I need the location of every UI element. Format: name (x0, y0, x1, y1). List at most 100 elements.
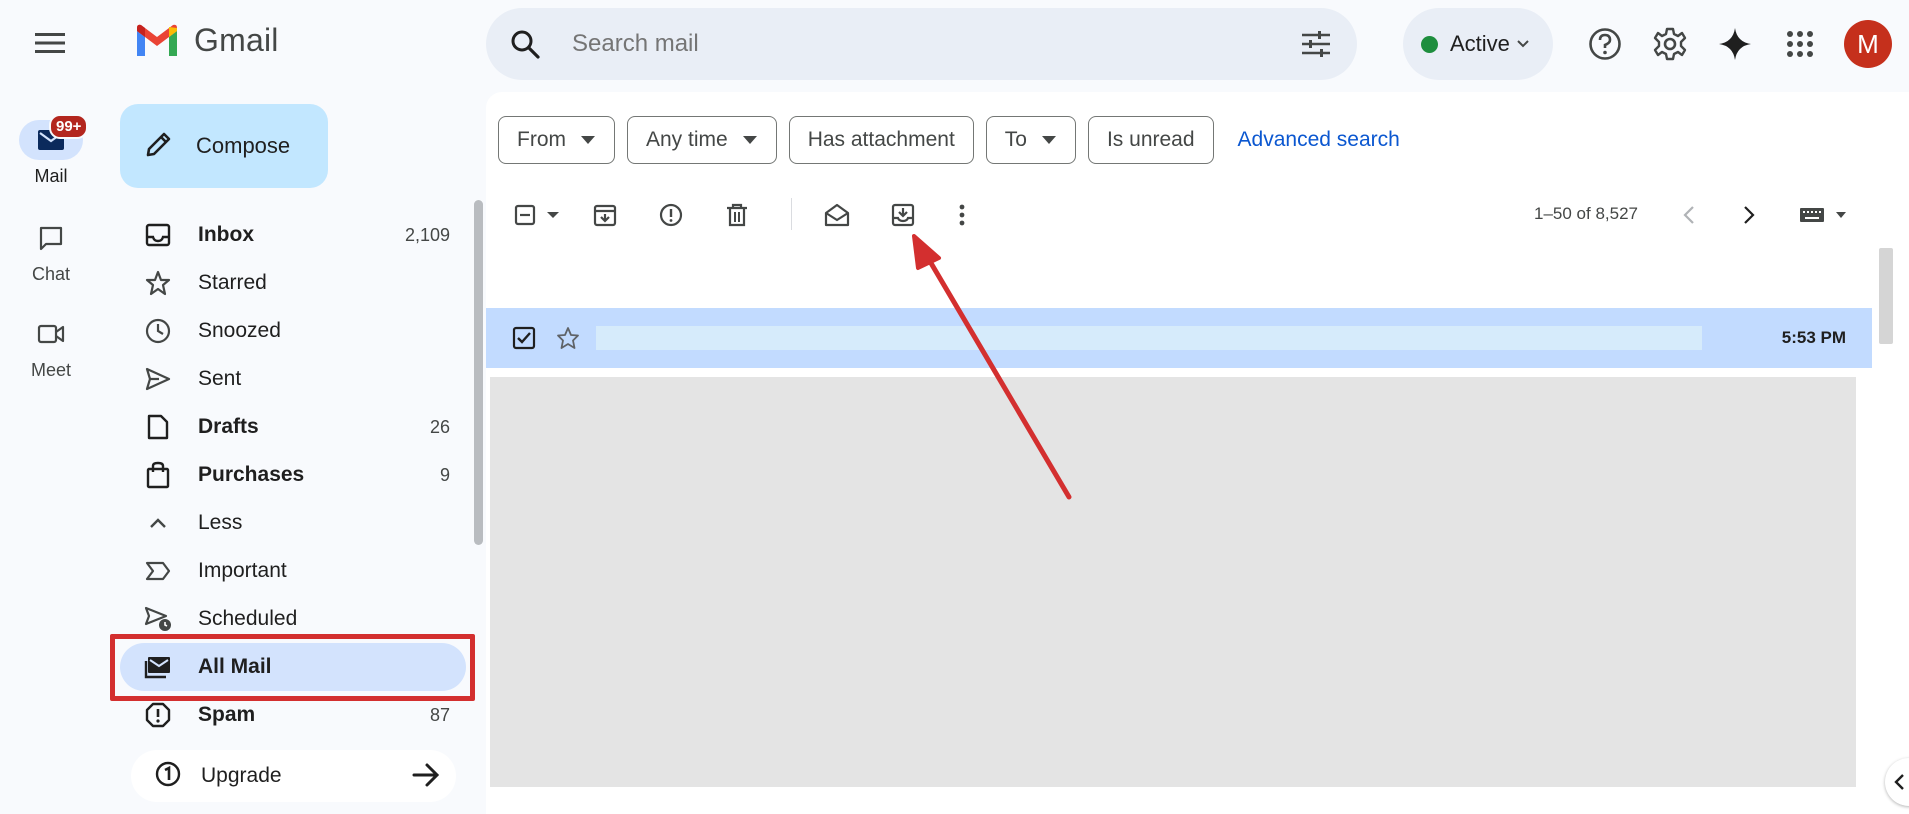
advanced-search-link[interactable]: Advanced search (1238, 128, 1400, 152)
nav-label: Less (198, 511, 243, 534)
scheduled-icon (144, 606, 172, 632)
filter-chip-is-unread[interactable]: Is unread (1087, 116, 1214, 164)
apps-grid-icon (1787, 31, 1813, 57)
filter-chip-any-time[interactable]: Any time (627, 116, 777, 164)
redacted-email-list (490, 377, 1856, 787)
video-icon (19, 314, 83, 354)
gmail-logo[interactable]: Gmail (134, 22, 279, 59)
rail-item-chat[interactable]: Chat (0, 218, 102, 285)
report-spam-button[interactable] (656, 200, 686, 230)
nav-item-drafts[interactable]: Drafts 26 (120, 403, 466, 451)
nav-item-less[interactable]: Less (120, 499, 466, 547)
nav-label: Important (198, 559, 287, 582)
mail-open-icon (824, 203, 850, 227)
nav-item-snoozed[interactable]: Snoozed (120, 307, 466, 355)
caret-down-icon (1041, 136, 1056, 144)
app-name: Gmail (194, 22, 279, 58)
upgrade-label: Upgrade (201, 764, 282, 787)
account-avatar[interactable]: M (1844, 20, 1892, 68)
filter-chip-from[interactable]: From (498, 116, 615, 164)
nav-label: Drafts (198, 415, 259, 438)
status-selector[interactable]: Active (1403, 8, 1553, 80)
search-bar[interactable] (486, 8, 1357, 80)
nav-item-sent[interactable]: Sent (120, 355, 466, 403)
older-button[interactable] (1734, 200, 1764, 230)
caret-down-icon (1836, 212, 1846, 218)
chevron-down-icon (1517, 40, 1529, 48)
nav-item-inbox[interactable]: Inbox 2,109 (120, 211, 466, 259)
move-to-inbox-icon (891, 203, 915, 227)
star-icon (144, 270, 172, 296)
gemini-button[interactable] (1715, 24, 1755, 64)
main-menu-button[interactable] (30, 28, 70, 58)
select-options-dropdown[interactable] (538, 200, 568, 230)
search-filter-chips: From Any time Has attachment To Is unrea… (498, 116, 1400, 164)
upgrade-icon (155, 761, 181, 792)
nav-count: 9 (439, 464, 450, 485)
filter-chip-to[interactable]: To (985, 116, 1076, 164)
pencil-icon (144, 129, 174, 164)
mail-list-scrollbar[interactable] (1879, 248, 1893, 344)
apps-button[interactable] (1780, 24, 1820, 64)
chip-label: Is unread (1106, 128, 1195, 151)
sidebar-scrollbar[interactable] (474, 200, 483, 545)
trash-icon (727, 203, 747, 227)
sparkle-icon (1719, 28, 1751, 60)
arrow-right-icon (412, 762, 440, 793)
nav-label: Purchases (198, 463, 305, 486)
newer-button[interactable] (1674, 200, 1704, 230)
selected-email-row[interactable]: 5:53 PM (486, 308, 1872, 368)
compose-label: Compose (196, 133, 291, 158)
nav-count: 87 (429, 704, 450, 725)
chevron-left-icon (1894, 774, 1904, 790)
hamburger-menu-icon (35, 33, 65, 53)
settings-button[interactable] (1650, 24, 1690, 64)
all-mail-annotation-box (110, 634, 475, 701)
mark-as-read-button[interactable] (822, 200, 852, 230)
rail-label: Mail (34, 166, 68, 186)
nav-label: Scheduled (198, 607, 298, 630)
rail-label: Meet (30, 360, 72, 380)
input-tools-button[interactable] (1788, 200, 1858, 230)
filter-chip-has-attachment[interactable]: Has attachment (788, 116, 974, 164)
rail-item-mail[interactable]: 99+ Mail (0, 114, 102, 187)
chip-label: Has attachment (807, 128, 955, 151)
clock-icon (144, 318, 172, 344)
chevron-up-icon (144, 516, 172, 530)
report-spam-icon (659, 203, 683, 227)
active-status-dot (1421, 35, 1438, 53)
archive-button[interactable] (590, 200, 620, 230)
nav-item-starred[interactable]: Starred (120, 259, 466, 307)
move-to-inbox-button[interactable] (888, 200, 918, 230)
search-input[interactable] (572, 30, 1272, 58)
nav-item-important[interactable]: Important (120, 547, 466, 595)
checkbox-checked-icon (512, 326, 536, 350)
compose-button[interactable]: Compose (120, 104, 328, 188)
row-star-button[interactable] (556, 326, 580, 355)
toolbar-divider (791, 198, 792, 230)
nav-count: 2,109 (404, 224, 450, 245)
upgrade-button[interactable]: Upgrade (131, 750, 456, 802)
search-options-icon[interactable] (1301, 30, 1331, 63)
rail-label: Chat (31, 264, 71, 284)
nav-label: Starred (198, 271, 267, 294)
message-toolbar: 1–50 of 8,527 (486, 192, 1909, 238)
archive-icon (593, 204, 617, 227)
more-options-button[interactable] (947, 200, 977, 230)
help-icon (1589, 28, 1621, 60)
checkbox-indeterminate-icon (514, 204, 536, 226)
row-checkbox[interactable] (512, 326, 536, 355)
shopping-bag-icon (144, 461, 172, 489)
search-icon[interactable] (510, 29, 550, 59)
status-label: Active (1450, 31, 1510, 56)
rail-item-meet[interactable]: Meet (0, 314, 102, 381)
nav-item-purchases[interactable]: Purchases 9 (120, 451, 466, 499)
caret-down-icon (547, 212, 559, 218)
nav-label: Spam (198, 703, 256, 726)
caret-down-icon (742, 136, 757, 144)
spam-icon (144, 702, 172, 728)
gear-icon (1653, 27, 1687, 61)
delete-button[interactable] (722, 200, 752, 230)
support-button[interactable] (1585, 24, 1625, 64)
select-all-checkbox[interactable] (510, 200, 540, 230)
